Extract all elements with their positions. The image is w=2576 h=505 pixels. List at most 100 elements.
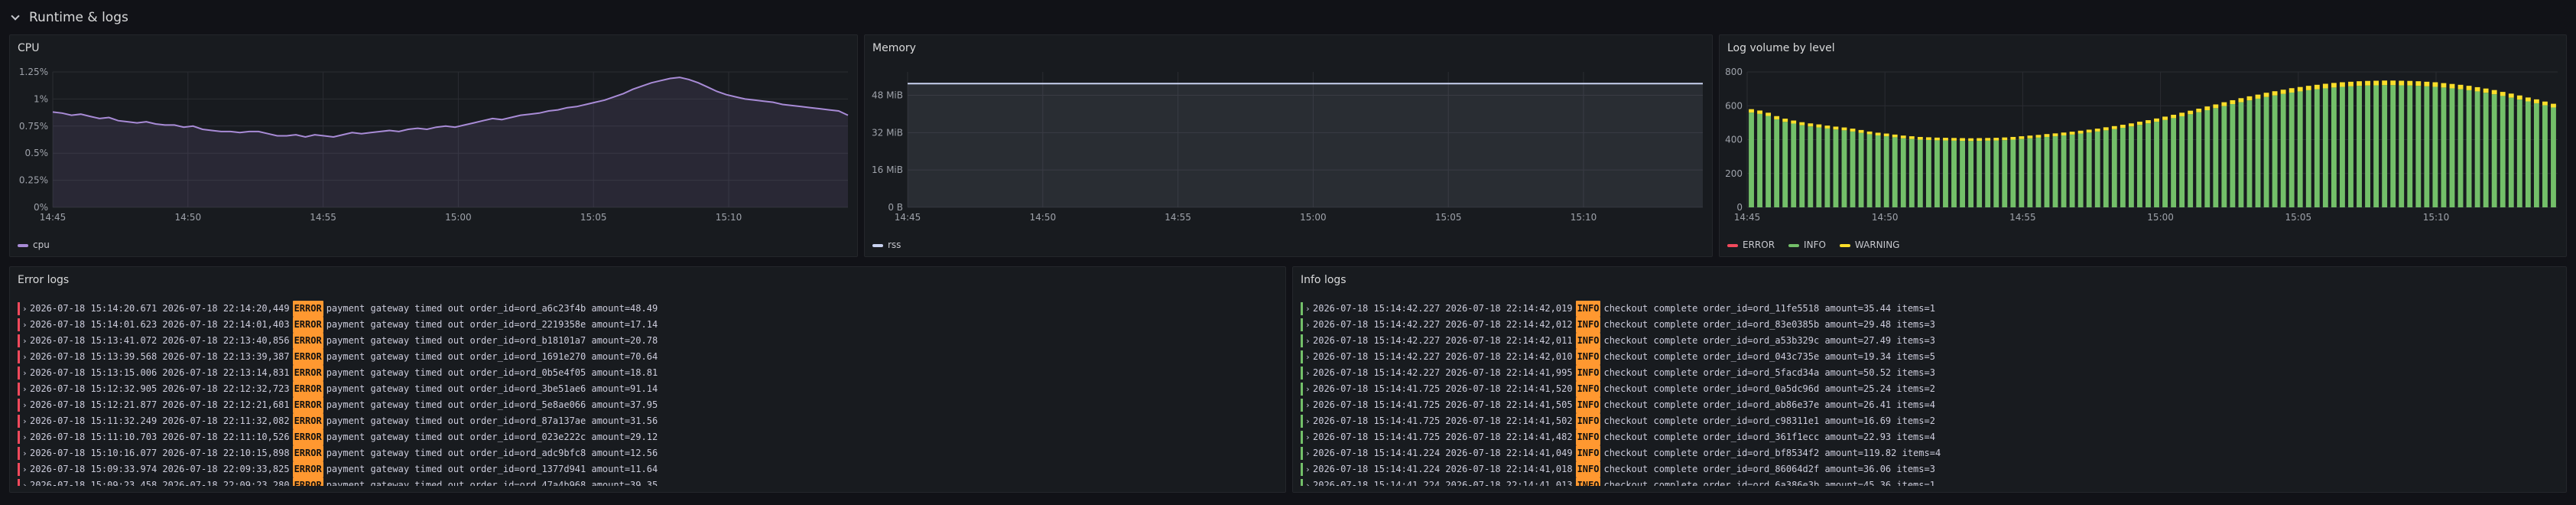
- log-line[interactable]: › 2026-07-18 15:09:23.458 2026-07-18 22:0…: [18, 477, 1278, 486]
- chevron-right-icon[interactable]: ›: [22, 333, 30, 349]
- bar-warning: [2390, 80, 2396, 86]
- legend-item-error[interactable]: ERROR: [1727, 239, 1775, 250]
- chevron-right-icon[interactable]: ›: [22, 301, 30, 317]
- bar-warning: [2424, 81, 2430, 86]
- chevron-right-icon[interactable]: ›: [1305, 477, 1313, 486]
- bar-info: [2525, 101, 2531, 207]
- log-line[interactable]: › 2026-07-18 15:14:41.725 2026-07-18 22:1…: [1301, 381, 2558, 397]
- log-line[interactable]: › 2026-07-18 15:14:42.227 2026-07-18 22:1…: [1301, 365, 2558, 381]
- error-log-list[interactable]: › 2026-07-18 15:14:20.671 2026-07-18 22:1…: [18, 301, 1278, 486]
- chevron-right-icon[interactable]: ›: [1305, 301, 1313, 317]
- chevron-right-icon[interactable]: ›: [22, 445, 30, 461]
- chevron-right-icon[interactable]: ›: [1305, 333, 1313, 349]
- chevron-right-icon[interactable]: ›: [1305, 365, 1313, 381]
- chevron-right-icon[interactable]: ›: [22, 397, 30, 413]
- y-tick-label: 800: [1725, 67, 1743, 77]
- bar-info: [2365, 85, 2370, 207]
- info-logs-panel: Info logs › 2026-07-18 15:14:42.227 2026-…: [1292, 266, 2567, 493]
- log-line[interactable]: › 2026-07-18 15:09:33.974 2026-07-18 22:0…: [18, 461, 1278, 477]
- chevron-right-icon[interactable]: ›: [1305, 317, 1313, 333]
- log-level-badge: INFO: [1575, 317, 1601, 333]
- chevron-right-icon[interactable]: ›: [22, 317, 30, 333]
- log-timestamp: 2026-07-18 15:14:01.623: [30, 319, 163, 330]
- bar-warning: [2179, 112, 2185, 116]
- log-line[interactable]: › 2026-07-18 15:14:20.671 2026-07-18 22:1…: [18, 301, 1278, 317]
- bar-info: [2483, 93, 2489, 207]
- bar-info: [1993, 140, 1999, 207]
- bar-warning: [1858, 129, 1864, 133]
- log-line[interactable]: › 2026-07-18 15:14:42.227 2026-07-18 22:1…: [1301, 349, 2558, 365]
- log-line[interactable]: › 2026-07-18 15:14:41.725 2026-07-18 22:1…: [1301, 429, 2558, 445]
- level-indicator: [1301, 415, 1303, 428]
- log-line[interactable]: › 2026-07-18 15:12:32.905 2026-07-18 22:1…: [18, 381, 1278, 397]
- log-time: 2026-07-18 22:14:42,012: [1445, 319, 1573, 330]
- legend: ERROR INFO WARNING: [1727, 239, 1899, 250]
- level-indicator: [1301, 350, 1303, 363]
- log-line[interactable]: › 2026-07-18 15:13:41.072 2026-07-18 22:1…: [18, 333, 1278, 349]
- log-line[interactable]: › 2026-07-18 15:14:42.227 2026-07-18 22:1…: [1301, 317, 2558, 333]
- log-line[interactable]: › 2026-07-18 15:13:39.568 2026-07-18 22:1…: [18, 349, 1278, 365]
- log-line[interactable]: › 2026-07-18 15:11:10.703 2026-07-18 22:1…: [18, 429, 1278, 445]
- y-tick-label: 0%: [34, 202, 48, 213]
- cpu-panel: CPU 0% 0.25% 0.5% 0.75% 1% 1.25% 14:45 14:50 14:…: [9, 34, 858, 257]
- bar-warning: [2052, 133, 2058, 137]
- legend-item-info[interactable]: INFO: [1788, 239, 1826, 250]
- level-indicator: [18, 302, 20, 315]
- x-tick-label: 14:55: [1165, 212, 1191, 223]
- log-line[interactable]: › 2026-07-18 15:14:41.725 2026-07-18 22:1…: [1301, 397, 2558, 413]
- chevron-right-icon[interactable]: ›: [1305, 413, 1313, 429]
- bar-info: [2449, 88, 2455, 208]
- legend-item-rss[interactable]: rss: [872, 239, 901, 250]
- legend-item-cpu[interactable]: cpu: [18, 239, 50, 250]
- legend-item-warning[interactable]: WARNING: [1839, 239, 1899, 250]
- info-log-list[interactable]: › 2026-07-18 15:14:42.227 2026-07-18 22:1…: [1301, 301, 2558, 486]
- log-line[interactable]: › 2026-07-18 15:13:15.006 2026-07-18 22:1…: [18, 365, 1278, 381]
- x-tick-label: 15:05: [2285, 212, 2312, 223]
- chevron-right-icon[interactable]: ›: [22, 429, 30, 445]
- log-level-badge: ERROR: [292, 461, 323, 477]
- chevron-right-icon[interactable]: ›: [1305, 445, 1313, 461]
- log-level-badge: INFO: [1575, 381, 1601, 397]
- bar-warning: [2188, 110, 2194, 115]
- chevron-right-icon[interactable]: ›: [22, 349, 30, 365]
- bar-warning: [2171, 114, 2177, 119]
- chevron-right-icon[interactable]: ›: [1305, 461, 1313, 477]
- log-line[interactable]: › 2026-07-18 15:14:41.224 2026-07-18 22:1…: [1301, 461, 2558, 477]
- log-level-badge: INFO: [1575, 365, 1601, 381]
- log-line[interactable]: › 2026-07-18 15:10:16.077 2026-07-18 22:1…: [18, 445, 1278, 461]
- log-timestamp: 2026-07-18 15:14:41.725: [1313, 415, 1446, 426]
- log-message: payment gateway timed out order_id=ord_1…: [326, 351, 658, 362]
- row-header[interactable]: Runtime & logs: [11, 6, 128, 29]
- log-line[interactable]: › 2026-07-18 15:14:41.725 2026-07-18 22:1…: [1301, 413, 2558, 429]
- y-tick-label: 48 MiB: [872, 90, 903, 101]
- chevron-right-icon[interactable]: ›: [22, 477, 30, 486]
- chevron-right-icon[interactable]: ›: [22, 381, 30, 397]
- log-line[interactable]: › 2026-07-18 15:14:41.224 2026-07-18 22:1…: [1301, 445, 2558, 461]
- chevron-right-icon[interactable]: ›: [22, 365, 30, 381]
- bar-warning: [2322, 83, 2328, 89]
- log-line[interactable]: › 2026-07-18 15:14:42.227 2026-07-18 22:1…: [1301, 301, 2558, 317]
- chevron-right-icon[interactable]: ›: [22, 413, 30, 429]
- log-line[interactable]: › 2026-07-18 15:14:41.224 2026-07-18 22:1…: [1301, 477, 2558, 486]
- log-line[interactable]: › 2026-07-18 15:14:01.623 2026-07-18 22:1…: [18, 317, 1278, 333]
- bar-info: [2061, 135, 2067, 207]
- chevron-right-icon[interactable]: ›: [22, 461, 30, 477]
- x-tick-label: 14:50: [175, 212, 202, 223]
- chevron-right-icon[interactable]: ›: [1305, 397, 1313, 413]
- log-time: 2026-07-18 22:14:01,403: [162, 319, 290, 330]
- chevron-right-icon[interactable]: ›: [1305, 429, 1313, 445]
- log-message: payment gateway timed out order_id=ord_4…: [326, 480, 658, 486]
- log-time: 2026-07-18 22:14:41,502: [1445, 415, 1573, 426]
- chevron-right-icon[interactable]: ›: [1305, 381, 1313, 397]
- bar-warning: [2230, 99, 2236, 105]
- chevron-right-icon[interactable]: ›: [1305, 349, 1313, 365]
- bar-info: [2188, 114, 2194, 207]
- bar-info: [2272, 95, 2278, 207]
- bar-warning: [1985, 138, 1991, 141]
- log-line[interactable]: › 2026-07-18 15:14:42.227 2026-07-18 22:1…: [1301, 333, 2558, 349]
- log-line[interactable]: › 2026-07-18 15:11:32.249 2026-07-18 22:1…: [18, 413, 1278, 429]
- chevron-down-icon[interactable]: [11, 13, 20, 22]
- bar-warning: [2551, 103, 2556, 108]
- log-timestamp: 2026-07-18 15:09:33.974: [30, 464, 163, 474]
- log-line[interactable]: › 2026-07-18 15:12:21.877 2026-07-18 22:1…: [18, 397, 1278, 413]
